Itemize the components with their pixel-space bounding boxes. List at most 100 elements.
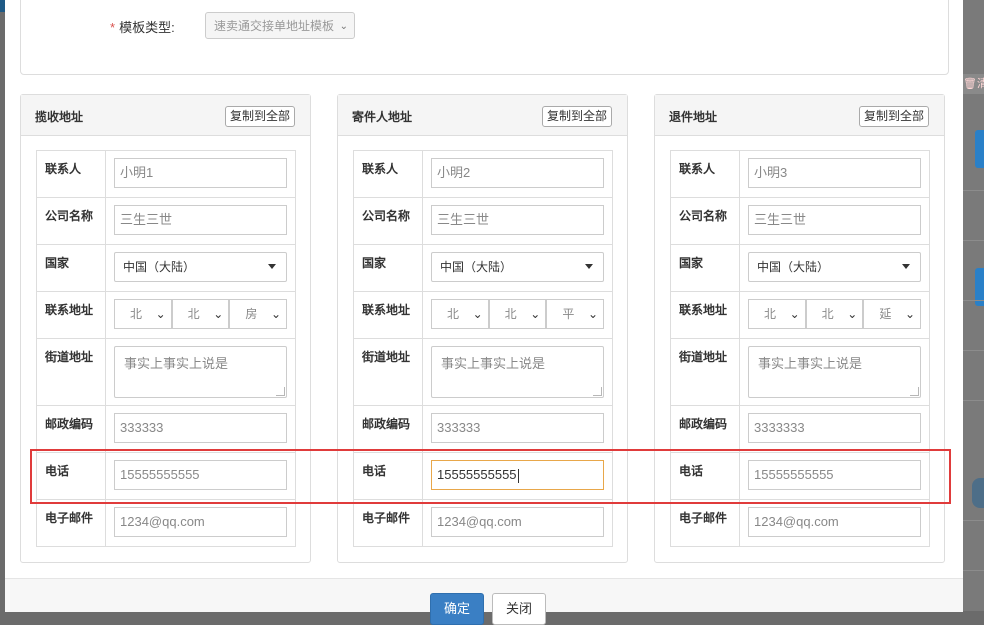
template-type-text: 模板类型: <box>119 20 175 35</box>
country-label: 国家 <box>36 244 106 292</box>
address-panel: 揽收地址 复制到全部 联系人 小明1 公司名称 三生三世 国家 中国（大陆） 联… <box>20 94 311 563</box>
postcode-row: 邮政编码 3333333 <box>670 405 930 453</box>
street-row: 街道地址 事实上事实上说是 <box>36 338 296 406</box>
city-value: 北 <box>821 307 834 321</box>
email-input[interactable]: 1234@qq.com <box>114 507 287 537</box>
contact-input[interactable]: 小明3 <box>748 158 921 188</box>
phone-input[interactable]: 15555555555 <box>114 460 287 490</box>
copy-to-all-button[interactable]: 复制到全部 <box>224 106 295 127</box>
chevron-down-icon: ⌄ <box>270 307 282 321</box>
company-input[interactable]: 三生三世 <box>748 205 921 235</box>
panel-title: 揽收地址 <box>35 110 84 124</box>
city-select[interactable]: 北 ⌄ <box>805 299 864 329</box>
contact-input[interactable]: 小明2 <box>431 158 604 188</box>
address-row: 联系地址 北 ⌄ 北 ⌄ 房 ⌄ <box>36 291 296 339</box>
caret-down-icon <box>268 264 276 269</box>
street-textarea[interactable]: 事实上事实上说是 <box>748 346 921 398</box>
contact-input[interactable]: 小明1 <box>114 158 287 188</box>
postcode-input[interactable]: 333333 <box>114 413 287 443</box>
contact-row: 联系人 小明3 <box>670 150 930 198</box>
email-input[interactable]: 1234@qq.com <box>748 507 921 537</box>
resize-grip-icon[interactable] <box>593 387 602 396</box>
address-label: 联系地址 <box>36 291 106 339</box>
country-value: 中国（大陆） <box>123 260 196 274</box>
phone-value: 15555555555 <box>437 467 517 482</box>
template-type-select[interactable]: 速卖通交接单地址模板 ⌄ <box>205 12 355 39</box>
province-select[interactable]: 北 ⌄ <box>114 299 172 329</box>
email-label: 电子邮件 <box>36 499 106 547</box>
address-panel: 寄件人地址 复制到全部 联系人 小明2 公司名称 三生三世 国家 中国（大陆） … <box>337 94 628 563</box>
backdrop-divider <box>963 350 984 351</box>
phone-row: 电话 15555555555 <box>36 452 296 500</box>
country-value: 中国（大陆） <box>440 260 513 274</box>
city-select[interactable]: 北 ⌄ <box>171 299 230 329</box>
backdrop-avatar <box>972 478 984 508</box>
province-select[interactable]: 北 ⌄ <box>748 299 806 329</box>
city-value: 北 <box>187 307 200 321</box>
chevron-down-icon: ⌄ <box>213 307 224 321</box>
panel-header: 揽收地址 复制到全部 <box>21 95 310 136</box>
address-form: 联系人 小明1 公司名称 三生三世 国家 中国（大陆） 联系地址 北 ⌄ 北 ⌄ 房… <box>36 150 296 547</box>
resize-grip-icon[interactable] <box>910 387 919 396</box>
email-row: 电子邮件 1234@qq.com <box>36 499 296 547</box>
chevron-down-icon: ⌄ <box>847 307 858 321</box>
phone-label: 电话 <box>670 452 740 500</box>
chevron-down-icon: ⌄ <box>339 21 348 32</box>
backdrop-divider <box>963 240 984 241</box>
district-select[interactable]: 平 ⌄ <box>546 299 605 329</box>
copy-to-all-button[interactable]: 复制到全部 <box>541 106 612 127</box>
text-cursor <box>517 468 519 483</box>
backdrop-side-tab <box>975 130 984 168</box>
city-select[interactable]: 北 ⌄ <box>488 299 547 329</box>
company-input[interactable]: 三生三世 <box>114 205 287 235</box>
template-type-label: * 模板类型: <box>110 17 175 36</box>
postcode-input[interactable]: 3333333 <box>748 413 921 443</box>
country-row: 国家 中国（大陆） <box>670 244 930 292</box>
panel-title: 退件地址 <box>669 110 718 124</box>
panel-header: 寄件人地址 复制到全部 <box>338 95 627 136</box>
address-panel: 退件地址 复制到全部 联系人 小明3 公司名称 三生三世 国家 中国（大陆） 联… <box>654 94 945 563</box>
chevron-down-icon: ⌄ <box>789 307 800 321</box>
contact-row: 联系人 小明2 <box>353 150 613 198</box>
caret-down-icon <box>585 264 593 269</box>
panel-header: 退件地址 复制到全部 <box>655 95 944 136</box>
close-button[interactable]: 关闭 <box>492 593 546 625</box>
modal-footer: 确定 关闭 <box>5 578 963 625</box>
address-label: 联系地址 <box>670 291 740 339</box>
chevron-down-icon: ⌄ <box>530 307 541 321</box>
resize-grip-icon[interactable] <box>276 387 285 396</box>
country-label: 国家 <box>353 244 423 292</box>
chevron-down-icon: ⌄ <box>472 307 483 321</box>
company-row: 公司名称 三生三世 <box>353 197 613 245</box>
district-value: 房 <box>245 307 258 321</box>
province-value: 北 <box>130 307 143 321</box>
region-selects: 北 ⌄ 北 ⌄ 延 ⌄ <box>748 299 922 329</box>
street-textarea[interactable]: 事实上事实上说是 <box>114 346 287 398</box>
chevron-down-icon: ⌄ <box>904 307 916 321</box>
postcode-row: 邮政编码 333333 <box>353 405 613 453</box>
phone-value: 15555555555 <box>120 467 200 482</box>
postcode-input[interactable]: 333333 <box>431 413 604 443</box>
province-select[interactable]: 北 ⌄ <box>431 299 489 329</box>
company-label: 公司名称 <box>670 197 740 245</box>
phone-input[interactable]: 15555555555 <box>431 460 604 490</box>
company-input[interactable]: 三生三世 <box>431 205 604 235</box>
phone-row: 电话 15555555555 <box>670 452 930 500</box>
district-select[interactable]: 延 ⌄ <box>863 299 922 329</box>
street-textarea[interactable]: 事实上事实上说是 <box>431 346 604 398</box>
district-select[interactable]: 房 ⌄ <box>229 299 288 329</box>
district-value: 平 <box>562 307 575 321</box>
phone-input[interactable]: 15555555555 <box>748 460 921 490</box>
street-value: 事实上事实上说是 <box>441 356 546 371</box>
address-label: 联系地址 <box>353 291 423 339</box>
email-input[interactable]: 1234@qq.com <box>431 507 604 537</box>
panel-title: 寄件人地址 <box>352 110 413 124</box>
contact-label: 联系人 <box>36 150 106 198</box>
country-select[interactable]: 中国（大陆） <box>114 252 287 282</box>
backdrop-divider <box>963 400 984 401</box>
confirm-button[interactable]: 确定 <box>430 593 484 625</box>
copy-to-all-button[interactable]: 复制到全部 <box>858 106 929 127</box>
country-select[interactable]: 中国（大陆） <box>748 252 921 282</box>
caret-down-icon <box>902 264 910 269</box>
country-select[interactable]: 中国（大陆） <box>431 252 604 282</box>
